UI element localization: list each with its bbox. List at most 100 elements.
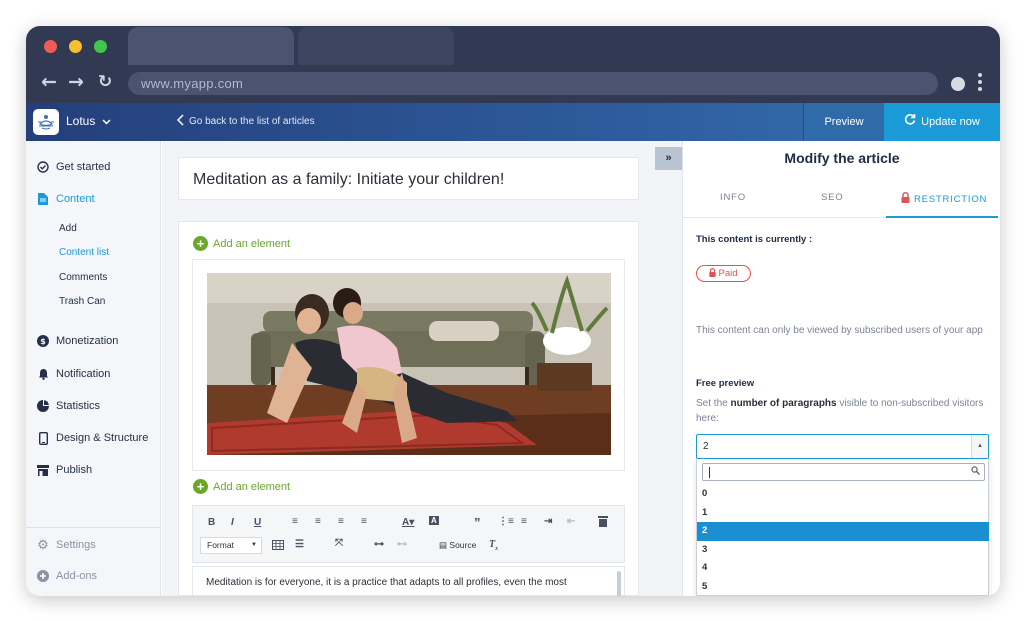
sidebar-item-design-structure[interactable]: Design & Structure	[37, 431, 149, 445]
sidebar-item-monetization[interactable]: $ Monetization	[37, 335, 118, 347]
back-arrow-icon[interactable]: ←	[41, 72, 57, 92]
bullet-list-icon[interactable]: ⋮≡	[498, 516, 514, 527]
preview-button[interactable]: Preview	[803, 103, 884, 141]
search-icon	[971, 466, 980, 477]
dropdown-search-input[interactable]	[702, 463, 985, 481]
profile-circle-icon[interactable]	[951, 77, 965, 91]
active-tab-indicator	[886, 216, 998, 218]
chevron-left-icon	[176, 114, 184, 129]
lock-icon	[901, 192, 910, 206]
close-window-button[interactable]	[44, 40, 57, 53]
link-icon[interactable]: ⊶	[374, 539, 384, 550]
dropdown-option[interactable]: 1	[697, 504, 989, 523]
dropdown-option[interactable]: 0	[697, 485, 989, 504]
sidebar-sub-comments[interactable]: Comments	[59, 272, 107, 283]
dropdown-option-selected[interactable]: 2	[697, 522, 989, 541]
app-header: Lotus Go back to the list of articles Pr…	[26, 103, 1000, 141]
text-cursor	[709, 467, 710, 478]
align-justify-icon[interactable]: ≡	[361, 516, 367, 527]
sidebar-item-notification[interactable]: Notification	[37, 368, 110, 380]
maximize-window-button[interactable]	[94, 40, 107, 53]
status-badge-label: Paid	[718, 268, 738, 279]
underline-icon[interactable]: U	[254, 517, 261, 528]
back-to-list-link[interactable]: Go back to the list of articles	[176, 114, 315, 129]
sidebar-item-publish[interactable]: Publish	[37, 464, 92, 476]
browser-chrome: ← → ↻ www.myapp.com	[26, 26, 1000, 103]
address-bar[interactable]: www.myapp.com	[128, 72, 938, 95]
sidebar-item-label: Notification	[56, 368, 111, 380]
tab-info[interactable]: INFO	[720, 192, 746, 203]
browser-tab-active[interactable]	[128, 27, 294, 65]
sidebar-item-label: Design & Structure	[56, 432, 149, 444]
align-left-icon[interactable]: ≡	[292, 516, 298, 527]
caret-down-icon: ▼	[251, 542, 257, 548]
outdent-icon[interactable]: ⇤	[567, 516, 575, 527]
status-description: This content can only be viewed by subsc…	[696, 325, 983, 336]
fullscreen-icon[interactable]: ⤧	[335, 538, 343, 549]
background-color-icon[interactable]: A	[429, 516, 439, 525]
dropdown-option[interactable]: 3	[697, 541, 989, 560]
sidebar-item-statistics[interactable]: Statistics	[37, 400, 100, 412]
unlink-icon[interactable]: ⊷	[397, 539, 407, 550]
trash-icon[interactable]	[598, 515, 608, 530]
minimize-window-button[interactable]	[69, 40, 82, 53]
tab-restriction[interactable]: RESTRICTION	[901, 192, 987, 206]
dropdown-option[interactable]: 5	[697, 578, 989, 596]
update-now-button[interactable]: Update now	[884, 103, 1000, 141]
tab-seo[interactable]: SEO	[821, 192, 843, 203]
caret-up-icon: ▲	[971, 435, 988, 458]
browser-tab-inactive[interactable]	[298, 27, 454, 65]
format-dropdown[interactable]: Format ▼	[200, 537, 262, 554]
format-dropdown-label: Format	[207, 540, 234, 550]
bold-icon[interactable]: B	[208, 517, 215, 528]
quote-icon[interactable]: ”	[474, 515, 481, 530]
back-link-label: Go back to the list of articles	[189, 116, 315, 128]
sidebar-item-content[interactable]: Content	[37, 193, 95, 205]
source-label: Source	[449, 540, 477, 550]
sidebar-sub-content-list[interactable]: Content list	[59, 247, 109, 258]
editor-scrollbar[interactable]	[617, 571, 621, 596]
collapse-panel-button[interactable]: »	[655, 147, 682, 170]
editor-toolbar: B I U ≡ ≡ ≡ ≡ A▾ A ” ⋮≡ ≡ ⇥ ⇤ Format ▼ ☰…	[192, 505, 625, 563]
sidebar-item-add-ons[interactable]: Add-ons	[37, 570, 97, 582]
sidebar-item-settings[interactable]: ⚙ Settings	[37, 538, 96, 553]
image-block[interactable]	[192, 259, 625, 471]
sidebar-sub-trash-can[interactable]: Trash Can	[59, 296, 105, 307]
sidebar-divider	[26, 527, 161, 528]
clear-format-icon[interactable]: Tx	[489, 539, 498, 552]
forward-arrow-icon[interactable]: →	[68, 72, 84, 92]
kebab-menu-icon[interactable]	[978, 73, 982, 94]
browser-window: ← → ↻ www.myapp.com Lotus Go back to the…	[26, 26, 1000, 596]
paragraph-text[interactable]: Meditation is for everyone, it is a prac…	[192, 566, 625, 596]
content-editor: + Add an element + Add an element B I U …	[178, 221, 639, 596]
sidebar-item-label: Statistics	[56, 400, 101, 412]
paragraph-count-select[interactable]: 2 ▲	[696, 434, 989, 459]
refresh-icon	[904, 103, 916, 141]
reload-icon[interactable]: ↻	[98, 72, 112, 92]
source-button[interactable]: ▤ Source	[439, 540, 476, 551]
sidebar-item-get-started[interactable]: Get started	[37, 161, 110, 173]
article-title-input[interactable]: Meditation as a family: Initiate your ch…	[178, 157, 639, 200]
svg-text:$: $	[40, 337, 46, 346]
table-icon[interactable]	[272, 540, 284, 553]
sidebar-item-label: Publish	[56, 464, 93, 476]
sidebar-sub-add[interactable]: Add	[59, 223, 77, 234]
check-circle-icon	[37, 161, 49, 173]
status-label: This content is currently :	[696, 234, 813, 245]
sidebar-item-label: Content	[56, 193, 95, 205]
text-color-icon[interactable]: A▾	[402, 517, 414, 528]
double-chevron-right-icon: »	[665, 152, 672, 164]
horizontal-rule-icon[interactable]: ☰	[295, 539, 304, 550]
add-element-button[interactable]: + Add an element	[193, 236, 290, 251]
app-switcher[interactable]: Lotus	[66, 114, 111, 128]
sidebar-item-label: Settings	[56, 539, 96, 551]
indent-icon[interactable]: ⇥	[544, 516, 552, 527]
align-right-icon[interactable]: ≡	[338, 516, 344, 527]
dropdown-option[interactable]: 4	[697, 559, 989, 578]
numbered-list-icon[interactable]: ≡	[521, 516, 527, 527]
add-element-button-2[interactable]: + Add an element	[193, 479, 290, 494]
sidebar-item-label: Get started	[56, 161, 111, 173]
lock-icon	[709, 267, 717, 282]
italic-icon[interactable]: I	[231, 517, 234, 528]
align-center-icon[interactable]: ≡	[315, 516, 321, 527]
